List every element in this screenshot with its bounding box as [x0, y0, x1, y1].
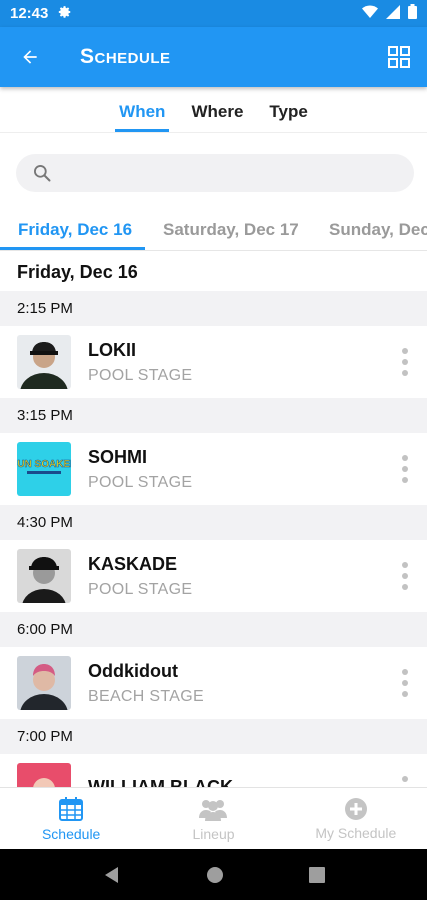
- list-item[interactable]: Oddkidout BEACH STAGE: [0, 647, 427, 719]
- artist-thumbnail: [17, 656, 71, 710]
- stage-name: POOL STAGE: [88, 366, 193, 384]
- more-options-icon[interactable]: [401, 669, 409, 697]
- search-icon: [34, 165, 51, 182]
- more-options-icon[interactable]: [401, 348, 409, 376]
- list-item[interactable]: SUN SOAKED SOHMI POOL STAGE: [0, 433, 427, 505]
- grid-view-button[interactable]: [371, 27, 427, 87]
- time-header: 4:30 PM: [0, 505, 427, 540]
- plus-circle-icon: [344, 797, 367, 820]
- active-day-indicator: [0, 247, 145, 250]
- nav-label: Lineup: [192, 825, 235, 842]
- nav-label: My Schedule: [315, 824, 397, 841]
- more-options-icon[interactable]: [401, 455, 409, 483]
- search-bar[interactable]: [16, 154, 414, 192]
- nav-my-schedule[interactable]: My Schedule: [285, 788, 427, 849]
- tab-type[interactable]: Type: [256, 102, 320, 132]
- artist-name: Oddkidout: [88, 660, 178, 681]
- battery-icon: [408, 4, 417, 23]
- day-tab-sunday[interactable]: Sunday, Dec: [329, 220, 427, 240]
- artist-thumbnail: SUN SOAKED: [17, 442, 71, 496]
- nav-lineup[interactable]: Lineup: [142, 788, 284, 849]
- time-header: 2:15 PM: [0, 291, 427, 326]
- home-circle-icon[interactable]: [206, 866, 224, 884]
- settings-gear-icon: [58, 5, 72, 23]
- thumb-logo-text: SUN SOAKED: [17, 459, 71, 470]
- artist-thumbnail: [17, 763, 71, 787]
- artist-name: WILLIAM BLACK: [88, 776, 233, 788]
- stage-name: POOL STAGE: [88, 473, 193, 491]
- artist-thumbnail: [17, 549, 71, 603]
- arrow-left-icon: [23, 50, 37, 64]
- artist-name: KASKADE: [88, 553, 178, 574]
- stage-name: BEACH STAGE: [88, 687, 204, 705]
- artist-name: SOHMI: [88, 446, 148, 467]
- recents-square-icon[interactable]: [308, 866, 325, 883]
- tab-when[interactable]: When: [106, 102, 178, 132]
- nav-label: Schedule: [41, 825, 101, 842]
- time-header: 6:00 PM: [0, 612, 427, 647]
- signal-icon: [386, 4, 400, 23]
- page-title: Schedule: [80, 45, 171, 68]
- status-bar: 12:43: [0, 0, 427, 27]
- app-bar: Schedule: [0, 27, 427, 87]
- people-icon: [199, 799, 228, 821]
- list-item[interactable]: KASKADE POOL STAGE: [0, 540, 427, 612]
- back-button[interactable]: [0, 27, 60, 87]
- system-navigation-bar: [0, 849, 427, 900]
- artist-name: LOKII: [88, 339, 136, 360]
- time-header: 3:15 PM: [0, 398, 427, 433]
- status-time: 12:43: [10, 5, 49, 22]
- day-heading: Friday, Dec 16: [17, 262, 138, 282]
- wifi-icon: [362, 5, 378, 23]
- search-input[interactable]: [62, 164, 382, 182]
- artist-thumbnail: [17, 335, 71, 389]
- schedule-list[interactable]: 2:15 PM LOKII POOL STAGE 3:15 PM SUN SOA…: [0, 291, 427, 787]
- day-tabs: Friday, Dec 16 Saturday, Dec 17 Sunday, …: [0, 210, 427, 251]
- filter-tabs: When Where Type: [0, 87, 427, 133]
- day-tab-saturday[interactable]: Saturday, Dec 17: [163, 220, 299, 240]
- list-item[interactable]: LOKII POOL STAGE: [0, 326, 427, 398]
- back-triangle-icon[interactable]: [103, 866, 121, 884]
- more-options-icon[interactable]: [401, 776, 409, 787]
- more-options-icon[interactable]: [401, 562, 409, 590]
- list-item[interactable]: WILLIAM BLACK: [0, 754, 427, 787]
- stage-name: POOL STAGE: [88, 580, 193, 598]
- tab-where[interactable]: Where: [178, 102, 256, 132]
- day-tab-friday[interactable]: Friday, Dec 16: [18, 220, 132, 240]
- bottom-navigation: Schedule Lineup My Schedule: [0, 787, 427, 849]
- time-header: 7:00 PM: [0, 719, 427, 754]
- nav-schedule[interactable]: Schedule: [0, 788, 142, 849]
- calendar-icon: [59, 796, 84, 821]
- grid-icon: [388, 46, 410, 68]
